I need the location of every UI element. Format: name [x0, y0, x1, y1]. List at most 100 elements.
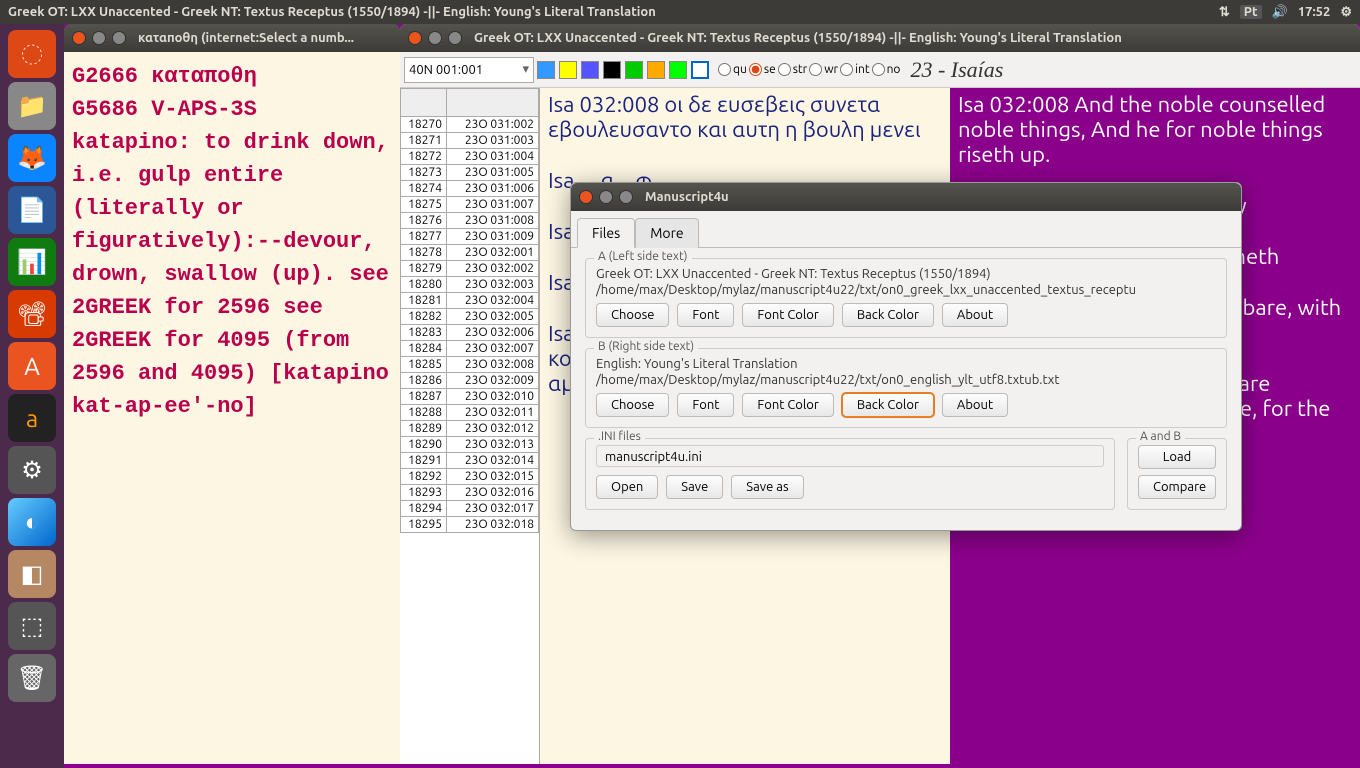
table-row[interactable]: 1828123O 032:004: [401, 293, 539, 309]
network-icon[interactable]: ⇅: [1219, 5, 1230, 20]
table-row[interactable]: 1827023O 031:002: [401, 117, 539, 133]
close-icon[interactable]: [408, 31, 422, 45]
tool-icon[interactable]: [625, 61, 643, 79]
section-a-label: A (Left side text): [594, 250, 692, 263]
tool-icon[interactable]: [647, 61, 665, 79]
table-row[interactable]: 1828923O 032:012: [401, 421, 539, 437]
table-row[interactable]: 1827923O 032:002: [401, 261, 539, 277]
a-backcolor-button[interactable]: Back Color: [842, 303, 934, 327]
minimize-icon[interactable]: [599, 190, 613, 204]
b-choose-button[interactable]: Choose: [596, 393, 669, 417]
gear-icon[interactable]: ⚙: [1340, 5, 1352, 20]
tool-icon[interactable]: [603, 61, 621, 79]
table-row[interactable]: 1827823O 032:001: [401, 245, 539, 261]
b-fontcolor-button[interactable]: Font Color: [742, 393, 833, 417]
software-icon[interactable]: A: [8, 342, 56, 390]
b-font-button[interactable]: Font: [677, 393, 734, 417]
table-row[interactable]: 1829023O 032:013: [401, 437, 539, 453]
minimize-icon[interactable]: [428, 31, 442, 45]
app-icon[interactable]: ⬚: [8, 602, 56, 650]
table-row[interactable]: 1828823O 032:011: [401, 405, 539, 421]
tab-files[interactable]: Files: [577, 218, 635, 248]
saveas-button[interactable]: Save as: [731, 475, 803, 499]
impress-icon[interactable]: 📽: [8, 290, 56, 338]
section-ini: .INI files manuscript4u.ini Open Save Sa…: [585, 438, 1115, 510]
radio-wr[interactable]: wr: [809, 63, 838, 76]
table-row[interactable]: 1827223O 031:004: [401, 149, 539, 165]
keyboard-lang[interactable]: Pt: [1240, 5, 1262, 19]
table-row[interactable]: 1828623O 032:009: [401, 373, 539, 389]
verse-table[interactable]: 1827023O 031:0021827123O 031:0031827223O…: [400, 88, 540, 764]
table-row[interactable]: 1828423O 032:007: [401, 341, 539, 357]
tab-more[interactable]: More: [635, 218, 698, 248]
save-button[interactable]: Save: [666, 475, 723, 499]
sound-icon[interactable]: 🔊: [1272, 5, 1288, 20]
a-about-button[interactable]: About: [942, 303, 1008, 327]
table-row[interactable]: 1827323O 031:005: [401, 165, 539, 181]
a-name: Greek OT: LXX Unaccented - Greek NT: Tex…: [596, 267, 1216, 281]
settings-icon[interactable]: ⚙: [8, 446, 56, 494]
lexicon-titlebar[interactable]: καταποθη (internet:Select a numb...: [64, 24, 400, 52]
b-backcolor-button[interactable]: Back Color: [842, 393, 934, 417]
radio-str[interactable]: str: [778, 63, 807, 76]
verse-combo[interactable]: 40N 001:001: [404, 57, 534, 83]
radio-int[interactable]: int: [840, 63, 869, 76]
a-font-button[interactable]: Font: [677, 303, 734, 327]
table-row[interactable]: 1829423O 032:017: [401, 501, 539, 517]
maximize-icon[interactable]: [448, 31, 462, 45]
amazon-icon[interactable]: a: [8, 394, 56, 442]
tool-icon[interactable]: [537, 61, 555, 79]
ini-file[interactable]: manuscript4u.ini: [596, 445, 1104, 467]
table-row[interactable]: 1827523O 031:007: [401, 197, 539, 213]
close-icon[interactable]: [579, 190, 593, 204]
minimize-icon[interactable]: [92, 31, 106, 45]
mode-radios: qusestrwrintno: [718, 63, 900, 76]
open-button[interactable]: Open: [596, 475, 658, 499]
table-row[interactable]: 1829123O 032:014: [401, 453, 539, 469]
tool-icon[interactable]: [559, 61, 577, 79]
load-button[interactable]: Load: [1138, 445, 1216, 469]
app-icon[interactable]: ◧: [8, 550, 56, 598]
firefox-icon[interactable]: 🦊: [8, 134, 56, 182]
tool-icon[interactable]: [691, 61, 709, 79]
table-row[interactable]: 1828023O 032:003: [401, 277, 539, 293]
table-row[interactable]: 1828723O 032:010: [401, 389, 539, 405]
table-row[interactable]: 1828223O 032:005: [401, 309, 539, 325]
table-row[interactable]: 1827423O 031:006: [401, 181, 539, 197]
calc-icon[interactable]: 📊: [8, 238, 56, 286]
greek-verse: Isa 032:008 οι δε ευσεβεις συνετα εβουλε…: [548, 92, 942, 142]
table-row[interactable]: 1829523O 032:018: [401, 517, 539, 533]
writer-icon[interactable]: 📄: [8, 186, 56, 234]
table-row[interactable]: 1827623O 031:008: [401, 213, 539, 229]
a-fontcolor-button[interactable]: Font Color: [742, 303, 833, 327]
a-choose-button[interactable]: Choose: [596, 303, 669, 327]
table-row[interactable]: 1828523O 032:008: [401, 357, 539, 373]
ab-label: A and B: [1136, 430, 1185, 443]
dash-icon[interactable]: ◌: [8, 30, 56, 78]
ini-label: .INI files: [594, 430, 645, 443]
table-row[interactable]: 1828323O 032:006: [401, 325, 539, 341]
radio-no[interactable]: no: [872, 63, 901, 76]
table-row[interactable]: 1827123O 031:003: [401, 133, 539, 149]
files-icon[interactable]: 📁: [8, 82, 56, 130]
table-row[interactable]: 1829223O 032:015: [401, 469, 539, 485]
maximize-icon[interactable]: [112, 31, 126, 45]
tool-icon[interactable]: [669, 61, 687, 79]
close-icon[interactable]: [72, 31, 86, 45]
section-b: B (Right side text) English: Young's Lit…: [585, 348, 1227, 428]
maximize-icon[interactable]: [619, 190, 633, 204]
radio-qu[interactable]: qu: [718, 63, 747, 76]
dialog-title: Manuscript4u: [645, 190, 729, 204]
section-a: A (Left side text) Greek OT: LXX Unaccen…: [585, 258, 1227, 338]
main-titlebar[interactable]: Greek OT: LXX Unaccented - Greek NT: Tex…: [400, 24, 1360, 52]
trash-icon[interactable]: 🗑: [8, 654, 56, 702]
app-icon[interactable]: ◐: [8, 498, 56, 546]
table-row[interactable]: 1829323O 032:016: [401, 485, 539, 501]
clock[interactable]: 17:52: [1298, 5, 1331, 19]
dialog-titlebar[interactable]: Manuscript4u: [571, 183, 1241, 211]
compare-button[interactable]: Compare: [1138, 475, 1216, 499]
radio-se[interactable]: se: [749, 63, 776, 76]
tool-icon[interactable]: [581, 61, 599, 79]
b-about-button[interactable]: About: [942, 393, 1008, 417]
table-row[interactable]: 1827723O 031:009: [401, 229, 539, 245]
